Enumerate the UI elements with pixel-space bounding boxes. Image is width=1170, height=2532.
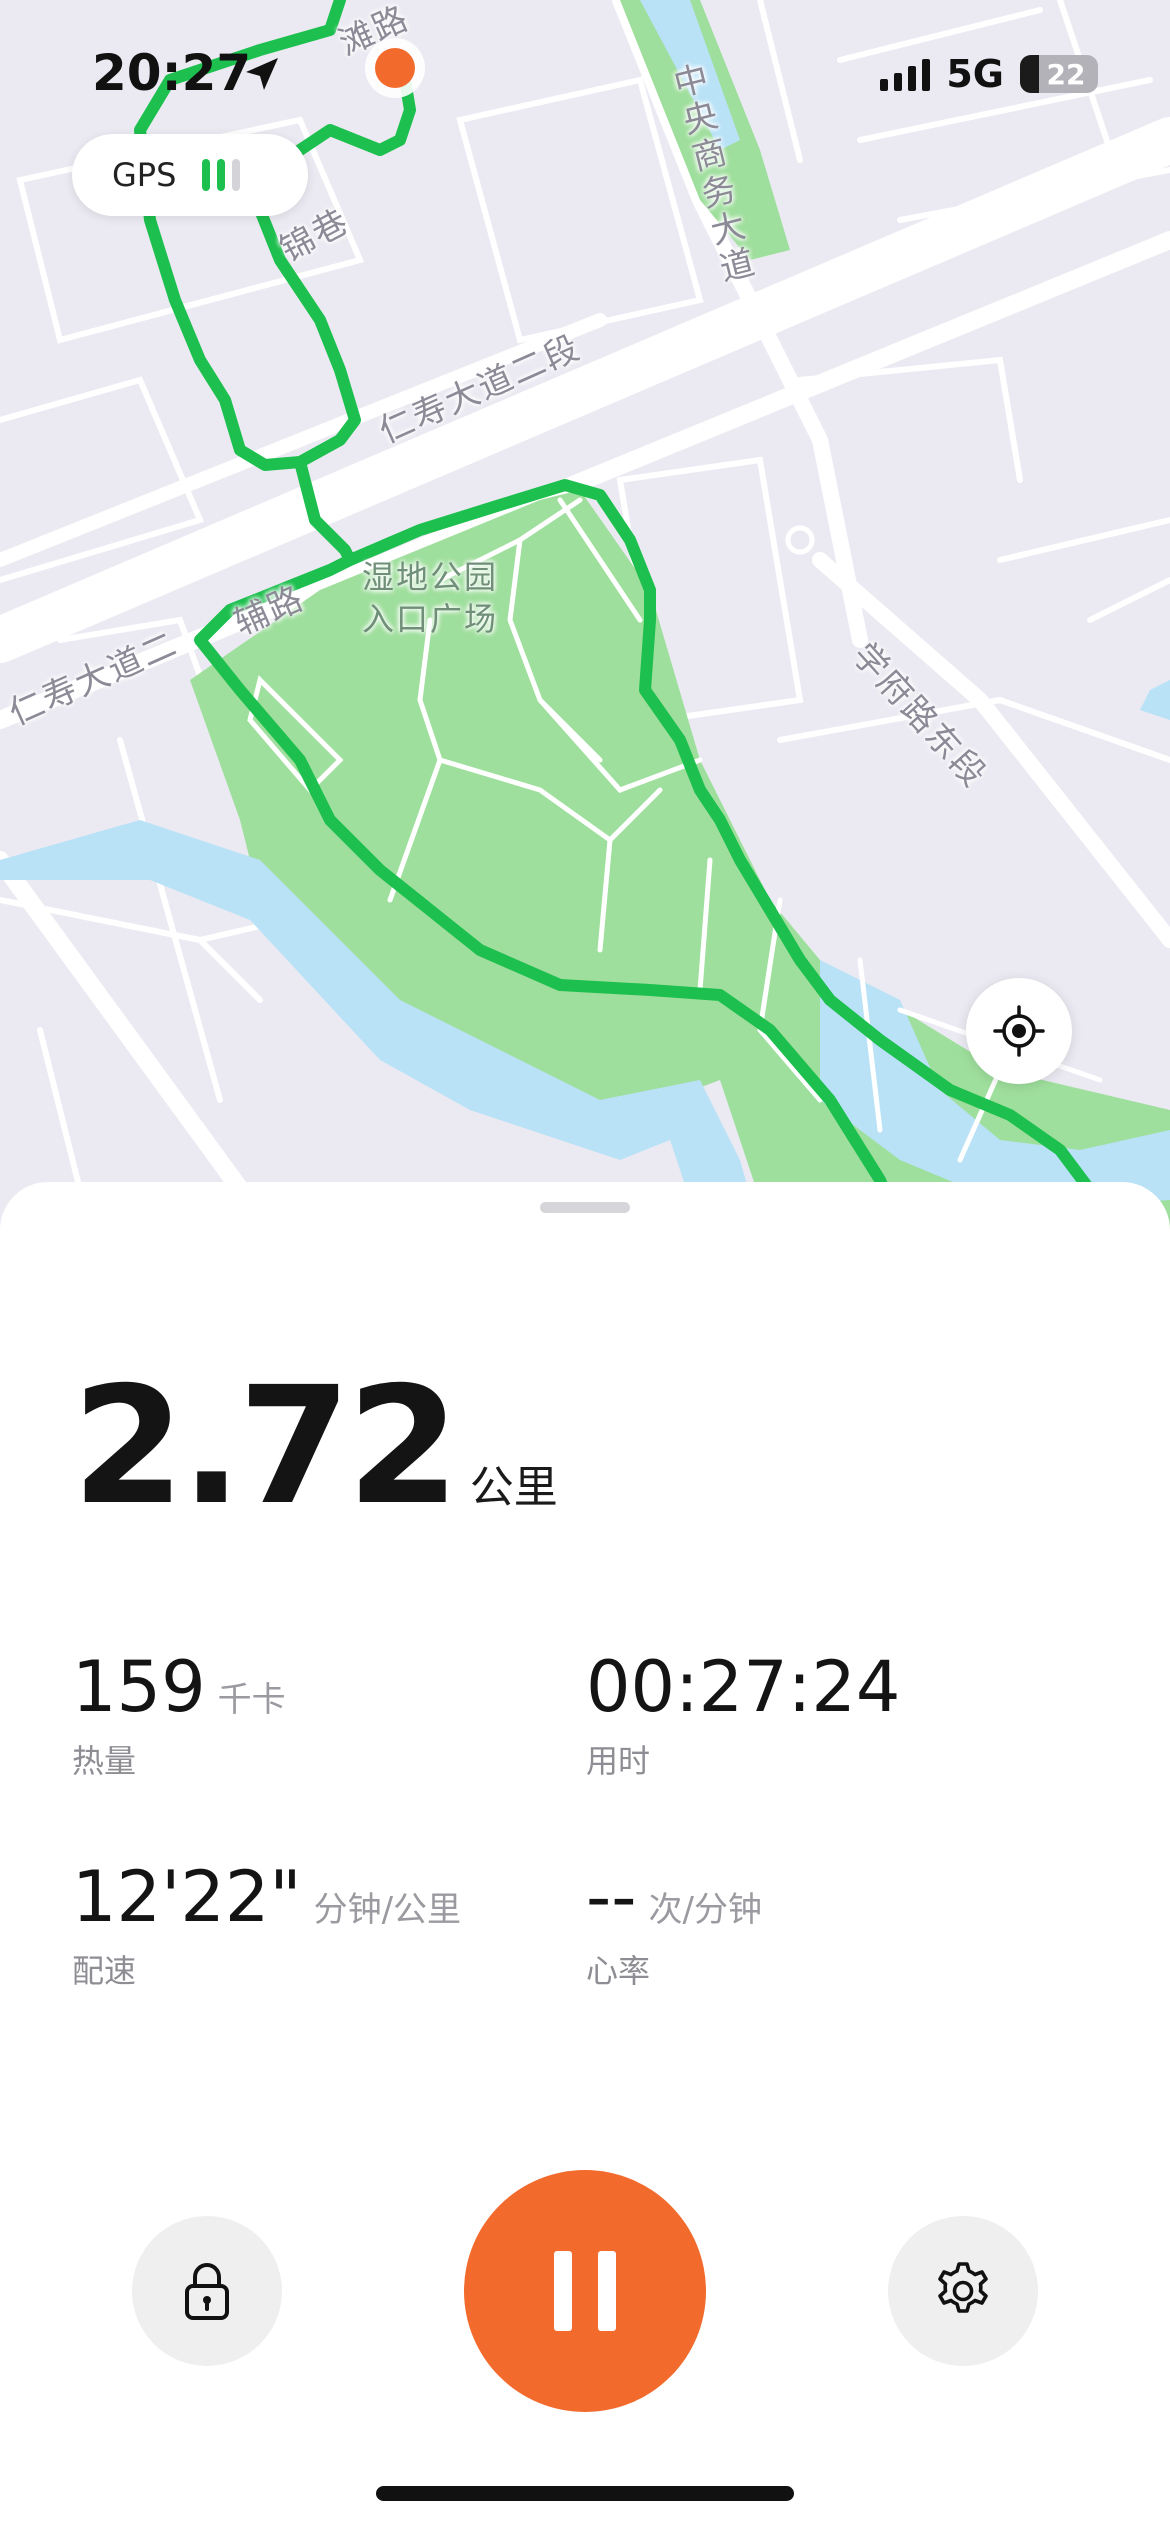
sheet-grabber[interactable] (540, 1202, 630, 1213)
route-map[interactable]: 仁寿大道二段 仁寿大道二 辅路 中央商务大道 学府路东段 锦巷 滩路 湿地公园 … (0, 0, 1170, 1230)
crosshair-icon (993, 1005, 1045, 1057)
cellular-signal-icon (880, 57, 931, 91)
heart-rate-label: 心率 (586, 1952, 651, 1990)
distance-unit: 公里 (469, 1462, 558, 1513)
lock-button[interactable] (132, 2216, 282, 2366)
duration-value: 00:27:24 (586, 1646, 901, 1728)
pace-stat: 12'22" 分钟/公里 配速 (72, 1862, 461, 1992)
distance-display: 2.72 公里 (72, 1366, 558, 1528)
park-label: 湿地公园 入口广场 (362, 556, 498, 640)
park-label-line1: 湿地公园 (362, 558, 499, 596)
pace-value: 12'22" (72, 1856, 302, 1938)
battery-level: 22 (1046, 57, 1086, 91)
park-label-line2: 入口广场 (362, 600, 499, 638)
status-time: 20:27 (92, 44, 252, 102)
calories-stat: 159 千卡 热量 (72, 1652, 286, 1782)
pause-icon-bar-right (598, 2251, 616, 2331)
duration-stat: 00:27:24 用时 (586, 1652, 900, 1782)
workout-stats-sheet: 2.72 公里 159 千卡 热量 00:27:24 用时 12'22" 分钟/… (0, 1182, 1170, 2532)
pause-icon-bar-left (554, 2251, 572, 2331)
calories-unit: 千卡 (217, 1680, 286, 1720)
calories-value: 159 (72, 1646, 206, 1728)
gps-signal-bar (217, 159, 226, 191)
gps-signal-bar (232, 159, 241, 191)
location-arrow-icon (246, 58, 278, 90)
gear-icon (938, 2262, 988, 2313)
pace-label: 配速 (72, 1952, 137, 1990)
home-indicator[interactable] (376, 2486, 794, 2501)
status-indicators: 5G 22 (880, 52, 1098, 96)
lock-icon (185, 2263, 229, 2320)
heart-rate-value: -- (586, 1856, 637, 1938)
battery-icon: 22 (1020, 55, 1098, 93)
settings-button[interactable] (888, 2216, 1038, 2366)
heart-rate-stat: -- 次/分钟 心率 (586, 1862, 762, 1992)
gps-signal-icon (202, 159, 241, 191)
workout-screen: 仁寿大道二段 仁寿大道二 辅路 中央商务大道 学府路东段 锦巷 滩路 湿地公园 … (0, 0, 1170, 2532)
locate-me-button[interactable] (966, 978, 1072, 1084)
gps-status-pill: GPS (72, 134, 308, 216)
calories-label: 热量 (72, 1742, 137, 1780)
pause-button[interactable] (464, 2170, 706, 2412)
gps-signal-bar (202, 159, 211, 191)
network-type: 5G (946, 52, 1004, 96)
distance-value: 2.72 (72, 1353, 460, 1541)
gps-label: GPS (112, 156, 177, 194)
heart-rate-unit: 次/分钟 (648, 1890, 762, 1930)
pace-unit: 分钟/公里 (313, 1890, 462, 1930)
duration-label: 用时 (586, 1742, 651, 1780)
